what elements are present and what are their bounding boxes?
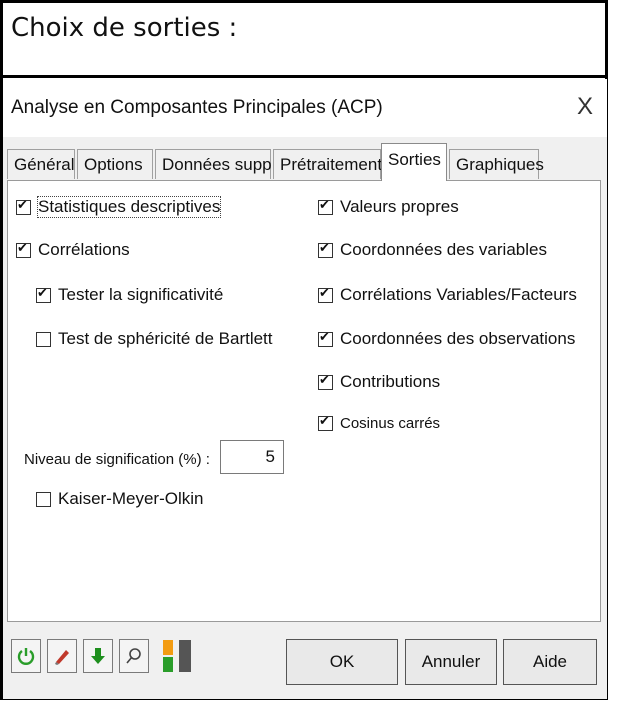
bottom-toolbar: OK Annuler Aide bbox=[3, 627, 607, 699]
checkbox-correlations[interactable]: Corrélations bbox=[16, 240, 130, 260]
checkbox-tester-signif[interactable]: Tester la significativité bbox=[36, 285, 223, 305]
checkbox-cosinus-label: Cosinus carrés bbox=[340, 415, 441, 432]
checkbox-kmo-box[interactable] bbox=[36, 491, 51, 507]
checkbox-coord-obs[interactable]: Coordonnées des observations bbox=[318, 329, 575, 349]
checkbox-kmo-label: Kaiser-Meyer-Olkin bbox=[58, 489, 204, 508]
checkbox-corr-var-fact[interactable]: Corrélations Variables/Facteurs bbox=[318, 285, 577, 305]
tab-general[interactable]: Général bbox=[7, 149, 75, 179]
checkbox-tester-signif-label: Tester la significativité bbox=[58, 285, 224, 304]
checkbox-corr-var-fact-label: Corrélations Variables/Facteurs bbox=[340, 285, 577, 304]
checkbox-coord-variables[interactable]: Coordonnées des variables bbox=[318, 240, 547, 260]
layout-button[interactable] bbox=[155, 639, 207, 673]
tab-donnees-supp[interactable]: Données supp. bbox=[155, 149, 276, 179]
tab-graphiques[interactable]: Graphiques bbox=[449, 149, 544, 179]
sorties-panel: Statistiques descriptives Corrélations T… bbox=[7, 180, 601, 622]
tab-strip: Général Options Données supp. Prétraitem… bbox=[7, 143, 603, 181]
checkbox-valeurs-propres[interactable]: Valeurs propres bbox=[318, 197, 459, 217]
eraser-icon bbox=[55, 650, 69, 665]
checkbox-correlations-box[interactable] bbox=[16, 240, 31, 258]
page-heading: Choix de sorties : bbox=[11, 13, 238, 43]
checkbox-bartlett-box[interactable] bbox=[36, 331, 51, 347]
checkbox-contributions-label: Contributions bbox=[340, 372, 441, 391]
checkbox-cosinus[interactable]: Cosinus carrés bbox=[318, 413, 441, 432]
ok-button[interactable]: OK bbox=[286, 639, 398, 685]
tab-pretraitement[interactable]: Prétraitement bbox=[273, 149, 382, 179]
checkbox-contributions-box[interactable] bbox=[318, 372, 333, 390]
significance-label: Niveau de signification (%) : bbox=[24, 451, 210, 468]
layout-icon bbox=[163, 640, 191, 672]
checkbox-correlations-label: Corrélations bbox=[38, 240, 130, 259]
checkbox-bartlett[interactable]: Test de sphéricité de Bartlett bbox=[36, 329, 273, 349]
checkbox-tester-signif-box[interactable] bbox=[36, 285, 51, 303]
checkbox-coord-variables-box[interactable] bbox=[318, 240, 333, 258]
checkbox-corr-var-fact-box[interactable] bbox=[318, 285, 333, 303]
acp-dialog: Analyse en Composantes Principales (ACP)… bbox=[3, 79, 607, 699]
checkbox-contributions[interactable]: Contributions bbox=[318, 372, 440, 392]
dialog-title: Analyse en Composantes Principales (ACP) bbox=[11, 97, 383, 118]
checkbox-stats-desc-box[interactable] bbox=[16, 197, 31, 215]
checkbox-bartlett-label: Test de sphéricité de Bartlett bbox=[58, 329, 273, 348]
eraser-button[interactable] bbox=[47, 639, 77, 673]
outer-frame: Choix de sorties : Analyse en Composante… bbox=[0, 0, 608, 700]
reset-icon bbox=[17, 648, 35, 665]
checkbox-coord-obs-label: Coordonnées des observations bbox=[340, 329, 576, 348]
checkbox-kmo[interactable]: Kaiser-Meyer-Olkin bbox=[36, 489, 203, 509]
heading-divider bbox=[3, 75, 607, 78]
tab-sorties[interactable]: Sorties bbox=[381, 143, 447, 181]
down-arrow-icon bbox=[91, 648, 105, 664]
checkbox-coord-obs-box[interactable] bbox=[318, 329, 333, 347]
pin-button[interactable] bbox=[119, 639, 149, 673]
checkbox-valeurs-propres-label: Valeurs propres bbox=[340, 197, 459, 216]
cancel-button[interactable]: Annuler bbox=[405, 639, 497, 685]
significance-input[interactable]: 5 bbox=[220, 440, 284, 474]
checkbox-stats-desc-label: Statistiques descriptives bbox=[36, 196, 222, 218]
help-button[interactable]: Aide bbox=[503, 639, 597, 685]
pin-icon bbox=[126, 648, 141, 664]
checkbox-coord-variables-label: Coordonnées des variables bbox=[340, 240, 547, 259]
close-icon[interactable]: X bbox=[577, 93, 593, 121]
tab-options[interactable]: Options bbox=[77, 149, 153, 179]
reset-button[interactable] bbox=[11, 639, 41, 673]
dialog-title-bar: Analyse en Composantes Principales (ACP)… bbox=[3, 79, 607, 137]
down-arrow-button[interactable] bbox=[83, 639, 113, 673]
checkbox-valeurs-propres-box[interactable] bbox=[318, 197, 333, 215]
checkbox-stats-desc[interactable]: Statistiques descriptives bbox=[16, 196, 222, 218]
checkbox-cosinus-box[interactable] bbox=[318, 413, 333, 431]
